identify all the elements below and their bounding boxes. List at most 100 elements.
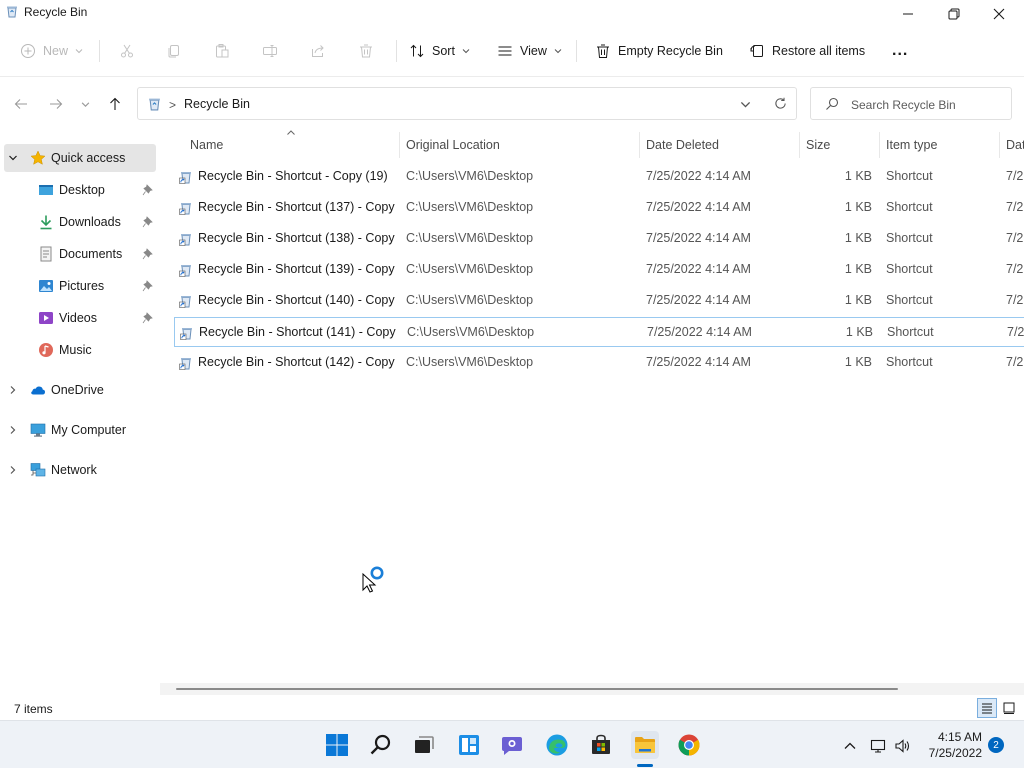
table-row[interactable]: Recycle Bin - Shortcut (139) - Copy C:\U… [174,255,1024,285]
empty-recycle-bin-button[interactable]: Empty Recycle Bin [595,38,723,64]
desktop-icon [39,185,53,195]
shortcut-recycle-bin-icon [179,265,191,277]
shortcut-recycle-bin-icon [179,296,191,308]
chevron-right-icon[interactable] [8,385,18,395]
delete-button[interactable] [358,38,374,64]
search-input[interactable]: Search Recycle Bin [851,98,956,112]
nav-item-pictures[interactable]: Pictures [4,272,156,300]
chevron-right-icon[interactable] [8,425,18,435]
scrollbar-thumb[interactable] [176,688,898,690]
nav-label: My Computer [51,423,127,437]
taskbar-clock[interactable]: 4:15 AM 7/25/2022 [910,729,982,761]
edge-button[interactable] [543,731,571,759]
store-button[interactable] [587,731,615,759]
horizontal-scrollbar[interactable] [160,683,1024,695]
column-divider[interactable] [799,132,800,158]
new-button[interactable]: New [20,38,83,64]
minimize-icon [903,13,913,15]
copy-button[interactable] [166,38,182,64]
column-divider[interactable] [879,132,880,158]
view-button[interactable]: View [497,38,562,64]
cut-button[interactable] [119,38,135,64]
table-row[interactable]: Recycle Bin - Shortcut (137) - Copy C:\U… [174,193,1024,223]
nav-item-my-computer[interactable]: My Computer [4,416,156,444]
chevron-down-icon[interactable] [8,153,18,163]
back-button[interactable] [10,92,32,116]
nav-item-quick-access[interactable]: Quick access [4,144,156,172]
nav-item-network[interactable]: Network [4,456,156,484]
column-header-date[interactable]: Dat [1006,131,1024,159]
new-icon [21,44,35,58]
forward-button[interactable] [45,92,67,116]
notification-badge[interactable]: 2 [988,737,1004,753]
more-options-label: ... [892,42,909,59]
nav-label: Quick access [51,151,126,165]
nav-item-videos[interactable]: Videos [4,304,156,332]
details-view-button[interactable] [977,698,997,718]
date-column-value: 7/2 [1007,325,1024,339]
rename-button[interactable] [262,38,278,64]
column-header-original-location[interactable]: Original Location [406,131,500,159]
sort-button[interactable]: Sort [409,38,470,64]
address-bar[interactable]: > Recycle Bin [137,87,797,120]
nav-item-desktop[interactable]: Desktop [4,176,156,204]
more-options-button[interactable]: ... [892,38,908,64]
chevron-right-icon[interactable] [8,465,18,475]
file-explorer-button[interactable] [631,731,659,759]
up-button[interactable] [104,92,126,116]
widgets-button[interactable] [455,731,483,759]
table-row[interactable]: Recycle Bin - Shortcut (138) - Copy C:\U… [174,224,1024,254]
column-header-size[interactable]: Size [806,131,830,159]
recycle-bin-icon [7,6,17,18]
clock-date: 7/25/2022 [928,746,982,760]
file-size: 1 KB [844,231,872,245]
table-row[interactable]: Recycle Bin - Shortcut (141) - Copy C:\U… [174,317,1024,347]
large-icons-view-button[interactable] [999,698,1019,718]
item-type: Shortcut [886,169,933,183]
paste-button[interactable] [214,38,230,64]
minimize-button[interactable] [885,0,931,28]
nav-item-music[interactable]: Music [4,336,156,364]
network-status-button[interactable] [869,737,887,755]
close-button[interactable] [976,0,1022,28]
chevron-down-icon[interactable] [740,99,751,110]
column-header-date-deleted[interactable]: Date Deleted [646,131,719,159]
share-button[interactable] [310,38,326,64]
column-divider[interactable] [639,132,640,158]
column-divider[interactable] [399,132,400,158]
recent-locations-button[interactable] [76,92,94,116]
restore-button[interactable] [931,0,977,28]
table-row[interactable]: Recycle Bin - Shortcut - Copy (19) C:\Us… [174,162,1024,192]
pin-icon [142,280,153,292]
table-row[interactable]: Recycle Bin - Shortcut (140) - Copy C:\U… [174,286,1024,316]
search-box[interactable]: Search Recycle Bin [810,87,1012,120]
refresh-icon[interactable] [774,97,787,110]
nav-item-downloads[interactable]: Downloads [4,208,156,236]
volume-button[interactable] [893,737,911,755]
column-header-name[interactable]: Name [190,131,223,159]
column-label: Original Location [406,138,500,152]
arrow-right-icon [50,99,63,109]
column-divider[interactable] [999,132,1000,158]
chat-button[interactable] [498,731,526,759]
sort-label: Sort [432,44,455,58]
show-hidden-icons-button[interactable] [841,737,859,755]
column-header-item-type[interactable]: Item type [886,131,937,159]
windows-start-icon [326,734,348,756]
nav-item-onedrive[interactable]: OneDrive [4,376,156,404]
rename-icon [263,45,277,57]
recycle-bin-icon [149,98,160,111]
nav-item-documents[interactable]: Documents [4,240,156,268]
network-status-icon [870,739,886,753]
restore-all-button[interactable]: Restore all items [749,38,865,64]
file-name: Recycle Bin - Shortcut (141) - Copy [199,325,396,339]
onedrive-icon [31,386,45,395]
start-button[interactable] [323,731,351,759]
task-view-button[interactable] [410,731,438,759]
taskbar-search-button[interactable] [367,731,395,759]
table-row[interactable]: Recycle Bin - Shortcut (142) - Copy C:\U… [174,348,1024,378]
breadcrumb[interactable]: Recycle Bin [184,97,250,111]
chrome-button[interactable] [675,731,703,759]
original-location: C:\Users\VM6\Desktop [406,169,534,183]
store-icon [592,734,610,754]
